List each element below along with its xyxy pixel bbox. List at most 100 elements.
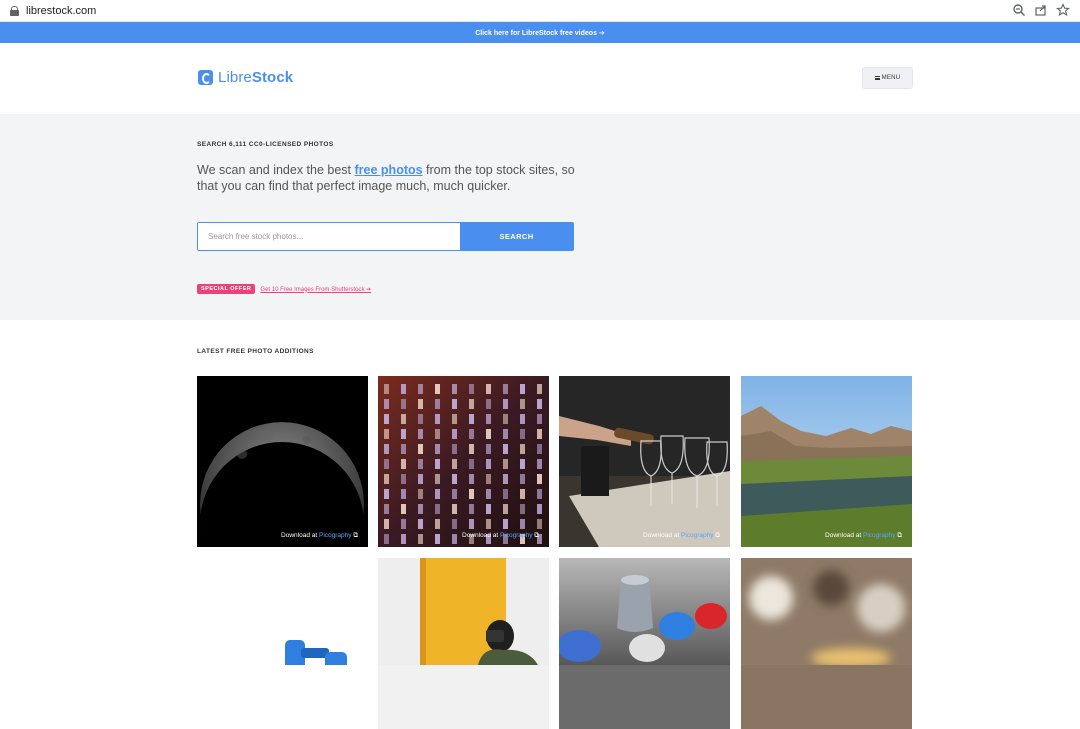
picography-link[interactable]: Picography [319,532,352,539]
tile-credit: Download at Picography ⧉ [825,532,902,539]
photo-tile-thimble[interactable] [559,558,730,729]
window-light [486,519,491,529]
window-light [435,504,440,514]
window-light [520,459,525,469]
window-light [503,474,508,484]
window-light [401,384,406,394]
window-light [418,399,423,409]
hamburger-icon [874,76,880,80]
window-light [452,504,457,514]
menu-button[interactable]: MENU [862,67,913,89]
window-light [520,489,525,499]
librestock-logo[interactable]: LibreStock [198,69,293,86]
window-light [520,444,525,454]
window-light [503,399,508,409]
window-light [435,384,440,394]
window-light [537,519,542,529]
window-light [401,474,406,484]
picography-link[interactable]: Picography [863,532,896,539]
window-light [401,429,406,439]
videos-promo-bar[interactable]: Click here for LibreStock free videos ➔ [0,22,1080,43]
window-light [503,504,508,514]
window-light [503,414,508,424]
external-link-icon: ⧉ [534,532,539,539]
external-link-icon: ⧉ [353,532,358,539]
window-light [452,534,457,544]
address-bar-actions [1012,3,1070,17]
window-light [520,474,525,484]
tile-credit: Download at Picography ⧉ [643,532,720,539]
photo-tile-photographer[interactable] [378,558,549,729]
window-light [469,474,474,484]
window-light [418,489,423,499]
river-photo [741,376,912,547]
share-icon[interactable] [1034,3,1048,17]
photo-tile-food[interactable] [741,558,912,729]
window-light [452,489,457,499]
window-light [503,459,508,469]
logo-text: LibreStock [218,69,294,86]
dumbbells-photo [197,558,368,674]
window-light [418,474,423,484]
videos-promo-link[interactable]: Click here for LibreStock free videos ➔ [475,29,605,37]
hero-kicker: SEARCH 6,111 CC0-LICENSED PHOTOS [197,141,334,148]
shutterstock-offer-link[interactable]: Get 10 Free Images From Shutterstock ➔ [260,286,371,293]
window-light [435,444,440,454]
external-link-icon: ⧉ [897,532,902,539]
tile-credit: Download at Picography ⧉ [281,532,358,539]
building-photo [378,376,549,547]
photo-tile-river[interactable]: Download at Picography ⧉ [741,376,912,547]
window-light [520,414,525,424]
free-photos-link[interactable]: free photos [355,163,423,177]
window-light [469,444,474,454]
lock-icon [10,5,19,16]
window-light [435,489,440,499]
window-light [537,399,542,409]
window-light [486,429,491,439]
window-light [401,489,406,499]
special-offer-badge: SPECIAL OFFER [197,284,256,294]
window-light [486,414,491,424]
window-light [401,504,406,514]
zoom-icon[interactable] [1012,3,1026,17]
window-light [469,504,474,514]
window-light [384,534,389,544]
window-light [520,504,525,514]
window-light [401,414,406,424]
window-light [503,429,508,439]
browser-address-bar: librestock.com [0,0,1080,22]
bookmark-star-icon[interactable] [1056,3,1070,17]
photographer-photo [378,558,549,665]
window-light [469,459,474,469]
address-url[interactable]: librestock.com [26,5,96,17]
search-button[interactable]: SEARCH [460,223,573,250]
window-light [469,384,474,394]
window-light [384,519,389,529]
photo-tile-moon[interactable]: Download at Picography ⧉ [197,376,368,547]
window-light [418,504,423,514]
window-light [435,459,440,469]
window-light [384,489,389,499]
window-light [520,429,525,439]
window-light [401,459,406,469]
thimble-photo [559,558,730,665]
picography-link[interactable]: Picography [681,532,714,539]
photo-tile-wine[interactable]: Download at Picography ⧉ [559,376,730,547]
window-light [537,489,542,499]
window-light [537,414,542,424]
photo-tile-dumbbells[interactable] [197,558,368,729]
search-hero: SEARCH 6,111 CC0-LICENSED PHOTOS We scan… [0,114,1080,320]
picography-link[interactable]: Picography [500,532,533,539]
window-light [469,489,474,499]
photo-tile-building[interactable]: Download at Picography ⧉ [378,376,549,547]
window-light [384,414,389,424]
window-light [384,459,389,469]
search-input[interactable] [198,223,460,250]
window-light [452,399,457,409]
window-light [418,519,423,529]
window-light [469,519,474,529]
window-light [435,474,440,484]
window-light [452,414,457,424]
window-light [452,444,457,454]
window-light [469,414,474,424]
